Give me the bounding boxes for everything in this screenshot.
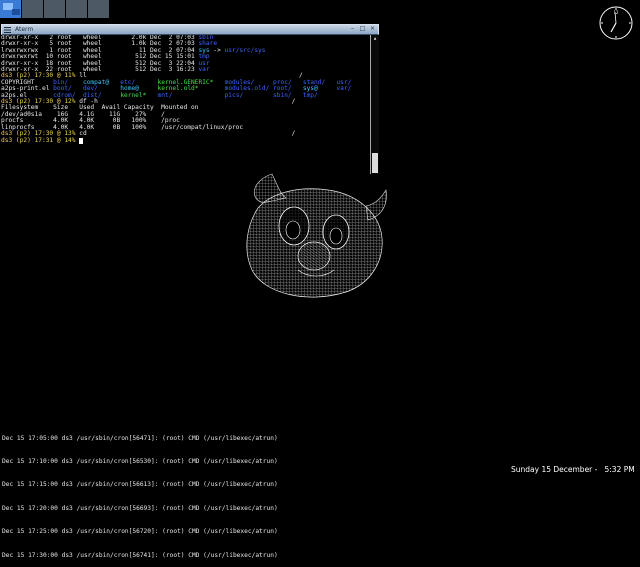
terminal-scrollbar[interactable]: ▴ — [370, 35, 379, 174]
workspace-3[interactable] — [44, 0, 66, 18]
terminal-text: / — [86, 130, 296, 138]
terminal-dir-text: var/ — [336, 85, 352, 93]
workspace-2[interactable] — [22, 0, 44, 18]
workspace-pager[interactable] — [0, 0, 112, 18]
window-title: Aterm — [15, 26, 34, 33]
hour-hand — [610, 22, 617, 33]
workspace-5[interactable] — [88, 0, 110, 18]
terminal-output[interactable]: drwxr-xr-x 2 root wheel 2.0k Dec 2 07:03… — [1, 35, 369, 173]
log-line: Dec 15 17:20:00 ds3 /usr/sbin/cron[56693… — [2, 504, 278, 512]
log-line: Dec 15 17:10:00 ds3 /usr/sbin/cron[56530… — [2, 457, 278, 465]
close-button[interactable]: × — [369, 25, 376, 33]
date-time-label: Sunday 15 December - 5:32 PM — [511, 465, 635, 474]
menu-icon[interactable] — [4, 26, 11, 33]
log-line: Dec 15 17:05:00 ds3 /usr/sbin/cron[56471… — [2, 434, 278, 442]
maximize-button[interactable]: □ — [359, 25, 366, 33]
clock-marker: 12 — [613, 10, 619, 15]
workspace-4[interactable] — [66, 0, 88, 18]
terminal-window[interactable]: Aterm – □ × drwxr-xr-x 2 root wheel 2.0k… — [1, 24, 379, 174]
terminal-cursor — [79, 137, 84, 144]
terminal-prompt-text: ds3 (p2) 17:31 @ 14% — [1, 136, 80, 144]
analog-clock: 12 — [599, 6, 633, 40]
terminal-dir-text: usr/src/sys — [224, 46, 266, 54]
workspace-1[interactable] — [0, 0, 22, 18]
minimize-button[interactable]: – — [349, 25, 356, 33]
system-log: Dec 15 17:05:00 ds3 /usr/sbin/cron[56471… — [2, 419, 302, 567]
terminal-line: ds3 (p2) 17:31 @ 14% — [1, 136, 369, 144]
log-line: Dec 15 17:15:00 ds3 /usr/sbin/cron[56613… — [2, 481, 278, 489]
window-titlebar[interactable]: Aterm – □ × — [1, 24, 379, 35]
log-line: Dec 15 17:30:00 ds3 /usr/sbin/cron[56741… — [2, 551, 278, 559]
terminal-dir-text: tmp/ — [302, 91, 318, 99]
wireframe-ghost — [246, 173, 387, 298]
terminal-text: -> — [209, 46, 225, 54]
scroll-up-icon[interactable]: ▴ — [371, 35, 379, 43]
log-line: Dec 15 17:25:00 ds3 /usr/sbin/cron[56720… — [2, 528, 278, 536]
terminal-text: cd — [79, 130, 87, 138]
